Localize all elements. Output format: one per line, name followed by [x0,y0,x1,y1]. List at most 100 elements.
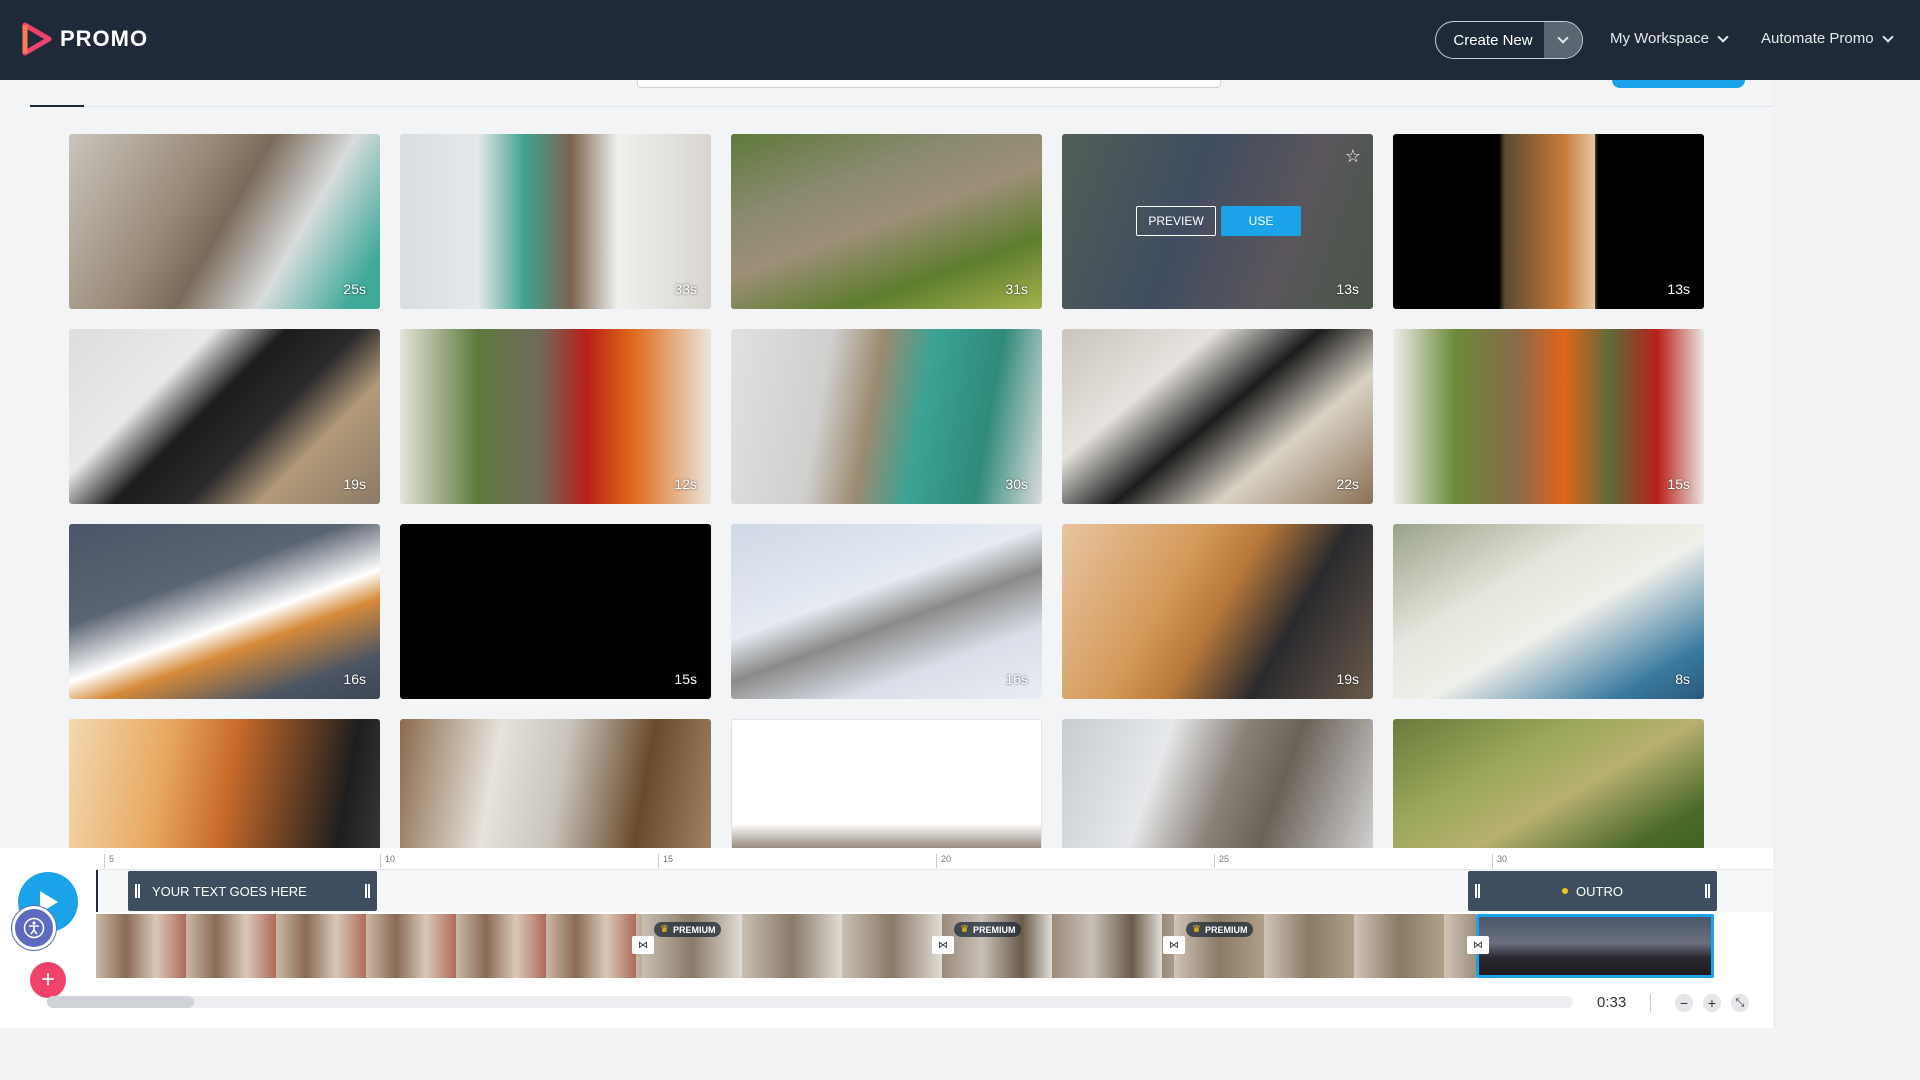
ruler-tick: 15 [658,854,673,868]
premium-label: PREMIUM [972,924,1016,935]
ruler-tick: 30 [1492,854,1507,868]
hover-overlay [1062,134,1373,309]
duration-label: 12s [674,476,697,492]
preview-button[interactable]: PREVIEW [1136,206,1216,236]
transition-icon[interactable]: ⋈ [1163,936,1185,954]
video-clip[interactable]: ♛ PREMIUM [1174,914,1476,978]
media-card[interactable]: 12s [400,329,711,504]
chevron-down-icon [1557,32,1569,44]
media-card[interactable]: 15s [1393,329,1704,504]
duration-label: 19s [343,476,366,492]
duration-label: 33s [674,281,697,297]
nav-my-workspace[interactable]: My Workspace [1610,30,1729,47]
text-clip[interactable]: YOUR TEXT GOES HERE [128,871,377,911]
duration-label: 30s [1005,476,1028,492]
transition-icon[interactable]: ⋈ [1467,936,1489,954]
nav-automate-promo[interactable]: Automate Promo [1761,30,1894,47]
search-input[interactable] [637,80,1221,88]
drag-handle-right[interactable] [365,884,370,898]
media-card[interactable]: 8s [1393,524,1704,699]
text-clip-label: YOUR TEXT GOES HERE [152,883,307,899]
premium-label: PREMIUM [1204,924,1248,935]
compress-icon: ⤡ [1735,996,1745,1009]
media-card[interactable]: 19s [1062,524,1373,699]
duration-label: 16s [343,671,366,687]
plus-icon: + [40,966,55,993]
media-card[interactable]: 16s [69,524,380,699]
drag-handle-right[interactable] [1705,884,1710,898]
accessibility-button[interactable] [12,906,56,950]
scrollbar-thumb[interactable] [47,996,194,1008]
promo-logo-icon [22,22,52,56]
media-card[interactable]: 30s [731,329,1042,504]
logo-text: PROMO [60,26,149,51]
media-card[interactable]: 13s [1393,134,1704,309]
crown-icon: ♛ [660,924,669,935]
timeline-scrollbar[interactable] [47,996,1573,1008]
media-card[interactable] [1062,719,1373,848]
create-new-button[interactable]: Create New [1436,22,1544,58]
duration-label: 15s [1667,476,1690,492]
use-button[interactable]: USE [1221,206,1301,236]
nav-my-workspace-label: My Workspace [1610,30,1709,47]
create-new-dropdown-button[interactable] [1544,22,1582,58]
media-card[interactable] [731,719,1042,848]
media-card[interactable] [69,719,380,848]
zoom-out-button[interactable]: − [1675,994,1693,1012]
media-card[interactable] [1393,719,1704,848]
drag-handle-left[interactable] [1475,884,1480,898]
timeline-editor: 5 10 15 20 25 30 YOUR TEXT GOES HERE OUT… [0,848,1773,1028]
promo-logo[interactable]: PROMO [22,22,148,56]
media-card[interactable]: 25s [69,134,380,309]
media-panel: 25s 33s 31s ☆ PREVIEW USE 13s 13s 19s 12… [0,80,1773,848]
media-card[interactable]: 22s [1062,329,1373,504]
premium-badge: ♛ PREMIUM [1186,922,1254,937]
ruler-tick: 25 [1214,854,1229,868]
ruler-tick: 10 [380,854,395,868]
duration-label: 13s [1336,281,1359,297]
duration-label: 22s [1336,476,1359,492]
media-card[interactable]: 19s [69,329,380,504]
duration-label: 16s [1005,671,1028,687]
outro-clip[interactable]: OUTRO [1468,871,1717,911]
nav-automate-promo-label: Automate Promo [1761,30,1874,47]
premium-badge: ♛ PREMIUM [654,922,722,937]
video-clip[interactable]: ♛ PREMIUM [642,914,942,978]
playhead[interactable] [96,870,98,912]
outro-video-clip[interactable] [1476,914,1714,978]
duration-label: 15s [674,671,697,687]
ruler-tick: 5 [104,854,114,868]
premium-badge: ♛ PREMIUM [954,922,1022,937]
video-clip[interactable] [96,914,642,978]
total-duration: 0:33 [1597,994,1627,1011]
chevron-down-icon [1717,30,1729,43]
divider [1650,994,1651,1012]
upload-button[interactable] [1612,80,1745,88]
media-card[interactable]: 15s [400,524,711,699]
accessibility-icon [23,917,45,939]
chevron-down-icon [1881,30,1894,43]
fit-to-screen-button[interactable]: ⤡ [1731,994,1749,1012]
media-card-hovered[interactable]: ☆ PREVIEW USE 13s [1062,134,1373,309]
media-card[interactable]: 31s [731,134,1042,309]
drag-handle-left[interactable] [135,884,140,898]
active-tab-indicator [30,105,84,107]
duration-label: 31s [1005,281,1028,297]
media-card[interactable]: 16s [731,524,1042,699]
duration-label: 8s [1675,671,1690,687]
transition-icon[interactable]: ⋈ [632,936,654,954]
duration-label: 25s [343,281,366,297]
time-ruler[interactable]: 5 10 15 20 25 30 [96,848,1773,870]
media-card[interactable]: 33s [400,134,711,309]
create-new-group: Create New [1435,21,1583,59]
outro-clip-label: OUTRO [1576,883,1623,899]
add-clip-button[interactable]: + [30,962,66,998]
star-icon[interactable]: ☆ [1345,146,1361,167]
ruler-tick: 20 [936,854,951,868]
transition-icon[interactable]: ⋈ [932,936,954,954]
zoom-in-button[interactable]: + [1703,994,1721,1012]
top-bar: PROMO Create New My Workspace Automate P… [0,0,1920,80]
premium-label: PREMIUM [672,924,716,935]
video-clip[interactable]: ♛ PREMIUM [942,914,1174,978]
media-card[interactable] [400,719,711,848]
